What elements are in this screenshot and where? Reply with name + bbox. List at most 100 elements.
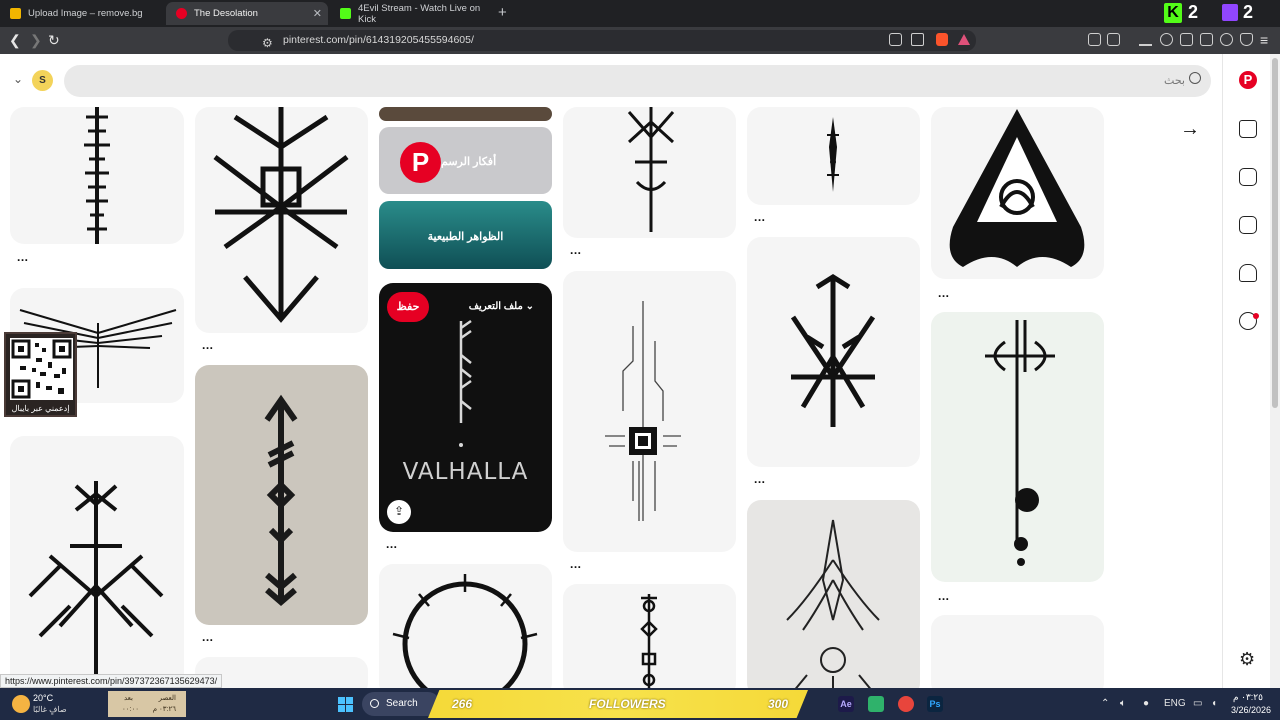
arrow-runes-image bbox=[264, 394, 298, 606]
pin-more-button[interactable]: ... bbox=[202, 338, 214, 352]
pin-life-surviving[interactable] bbox=[931, 312, 1104, 582]
settings-gear-icon[interactable]: ⚙ bbox=[1239, 650, 1257, 668]
display-icon[interactable]: ▭ bbox=[1193, 698, 1202, 709]
share-page-icon[interactable] bbox=[911, 33, 924, 46]
pin-helm-sigil[interactable] bbox=[747, 237, 920, 467]
clock-time[interactable]: ٠٣:٢٥ م bbox=[1233, 692, 1263, 703]
pin-circuit-tattoo[interactable] bbox=[563, 271, 736, 552]
pin-more-button[interactable]: ... bbox=[202, 630, 214, 644]
avatar[interactable]: S bbox=[32, 70, 53, 91]
site-info-icon[interactable]: ⚙ bbox=[262, 33, 273, 54]
pin-cropped-photo[interactable] bbox=[379, 107, 552, 121]
prayer-widget[interactable]: العصر بعد ٠٣:٢٦ م ٠٠:٠٠ bbox=[108, 691, 186, 717]
kick-logo-icon: K bbox=[1164, 3, 1182, 23]
scrollbar-thumb[interactable] bbox=[1272, 58, 1278, 408]
tab-search-icon[interactable] bbox=[1107, 33, 1120, 46]
pin-more-button[interactable]: ... bbox=[17, 250, 29, 264]
link-status-bar: https://www.pinterest.com/pin/3973723671… bbox=[0, 674, 223, 688]
pin-more-button[interactable]: ... bbox=[754, 210, 766, 224]
explore-icon[interactable] bbox=[1239, 168, 1257, 186]
idea-drawing-card[interactable]: P أفكار الرسم bbox=[379, 127, 552, 194]
idea-title: أفكار الرسم bbox=[441, 156, 497, 168]
brave-shields-icon[interactable] bbox=[936, 33, 948, 46]
create-icon[interactable] bbox=[1239, 216, 1257, 234]
leo-ai-icon[interactable] bbox=[1220, 33, 1233, 46]
tray-overflow-icon[interactable]: ⌃ bbox=[1101, 698, 1109, 709]
microphone-icon[interactable]: ● bbox=[1143, 698, 1149, 709]
temperature: 20°C bbox=[33, 693, 54, 703]
vpn-icon[interactable] bbox=[1240, 33, 1253, 46]
followers-label: FOLLOWERS bbox=[589, 697, 666, 711]
tab-the-desolation[interactable]: The Desolation ✕ bbox=[166, 2, 328, 25]
idea-nature-card[interactable]: الظواهر الطبيعية bbox=[379, 201, 552, 269]
after-effects-icon[interactable]: Ae bbox=[838, 696, 854, 712]
pin-arrow-runes[interactable] bbox=[195, 365, 368, 625]
new-tab-button[interactable]: + bbox=[498, 4, 507, 21]
weather-icon[interactable] bbox=[12, 695, 30, 713]
pin-rune-stick[interactable] bbox=[563, 107, 736, 238]
kick-favicon-icon bbox=[340, 8, 351, 19]
search-row: ⌄ S بحث bbox=[0, 54, 1222, 107]
pin-more-button[interactable]: ... bbox=[570, 557, 582, 571]
menu-icon[interactable]: ≡ bbox=[1260, 33, 1268, 47]
tab-title: The Desolation bbox=[194, 8, 258, 19]
valhalla-text: VALHALLA bbox=[402, 459, 529, 485]
kick-viewer-count: 2 bbox=[1188, 2, 1199, 22]
search-input[interactable]: بحث bbox=[64, 65, 1211, 97]
volume-icon[interactable]: ◖ bbox=[1211, 698, 1217, 709]
pin-norse-sigil[interactable] bbox=[195, 107, 368, 333]
pin-more-button[interactable]: ... bbox=[570, 243, 582, 257]
wallet-icon[interactable] bbox=[1200, 33, 1213, 46]
pin-next[interactable] bbox=[931, 615, 1104, 688]
clock-date[interactable]: 3/26/2026 bbox=[1231, 705, 1271, 715]
pinterest-page: ... ... ... P أفكار الرسم الظواهر الطبيع… bbox=[0, 54, 1280, 688]
extensions-icon[interactable] bbox=[1088, 33, 1101, 46]
tab-removebg[interactable]: Upload Image – remove.bg bbox=[0, 2, 165, 25]
notifications-icon[interactable] bbox=[1239, 264, 1257, 282]
reload-icon[interactable]: ↻ bbox=[48, 33, 60, 47]
pin-more-button[interactable]: ... bbox=[386, 537, 398, 551]
next-arrow-icon[interactable]: → bbox=[1180, 118, 1200, 141]
language-indicator[interactable]: ENG bbox=[1164, 698, 1186, 709]
sidebar-icon[interactable] bbox=[1180, 33, 1193, 46]
qr-caption: إدعمني عبر بايبال bbox=[11, 404, 70, 413]
pinterest-logo-icon[interactable]: P bbox=[1239, 71, 1257, 89]
back-arrow-icon[interactable]: ❮ bbox=[9, 33, 21, 47]
pin-valhalla[interactable]: حفظ ملف التعريف ⌄ VALHALLA ⇪ bbox=[379, 283, 552, 532]
pin-lotus-ornament[interactable] bbox=[747, 500, 920, 688]
chevron-down-icon[interactable]: ⌄ bbox=[13, 72, 23, 86]
brave-rewards-icon[interactable] bbox=[958, 34, 970, 45]
notification-dot bbox=[1253, 313, 1259, 319]
pin-bindrune-tattoo[interactable] bbox=[10, 436, 184, 688]
chat-app-icon[interactable] bbox=[868, 696, 884, 712]
share-icon[interactable]: ⇪ bbox=[387, 500, 411, 524]
chrome-icon[interactable] bbox=[898, 696, 914, 712]
dagger-image bbox=[827, 117, 839, 192]
downloads-icon[interactable] bbox=[1139, 33, 1152, 46]
pin-celtic-triangle[interactable] bbox=[931, 107, 1104, 279]
photoshop-icon[interactable]: Ps bbox=[927, 696, 943, 712]
spine-rune-image bbox=[84, 107, 110, 244]
tab-kick-stream[interactable]: 4Evil Stream - Watch Live on Kick bbox=[330, 2, 495, 25]
url-field[interactable]: ⚙ pinterest.com/pin/614319205455594605/ bbox=[228, 30, 976, 51]
pin-spine-tattoo[interactable] bbox=[10, 107, 184, 244]
pin-spine-symbols[interactable] bbox=[563, 584, 736, 688]
pin-more-button[interactable]: ... bbox=[938, 286, 950, 300]
pinterest-logo-icon: P bbox=[400, 142, 441, 183]
prayer-time: ٠٣:٢٦ م bbox=[152, 706, 176, 713]
close-tab-icon[interactable]: ✕ bbox=[313, 7, 322, 20]
prayer-remaining: ٠٠:٠٠ bbox=[122, 706, 139, 713]
circuit-image bbox=[605, 301, 681, 521]
speaker-icon[interactable]: 🔈︎ bbox=[1120, 698, 1126, 709]
home-icon[interactable] bbox=[1239, 120, 1257, 138]
pin-thorn-circle[interactable] bbox=[379, 564, 552, 688]
forward-arrow-icon[interactable]: ❯ bbox=[30, 33, 42, 47]
media-icon[interactable] bbox=[1160, 33, 1173, 46]
prayer-after: بعد bbox=[124, 695, 133, 702]
start-button[interactable] bbox=[338, 697, 353, 712]
celtic-triangle-image bbox=[949, 109, 1085, 267]
pin-more-button[interactable]: ... bbox=[754, 472, 766, 486]
pin-dagger-dots[interactable] bbox=[747, 107, 920, 205]
pin-more-button[interactable]: ... bbox=[938, 589, 950, 603]
cast-icon[interactable] bbox=[889, 33, 902, 46]
